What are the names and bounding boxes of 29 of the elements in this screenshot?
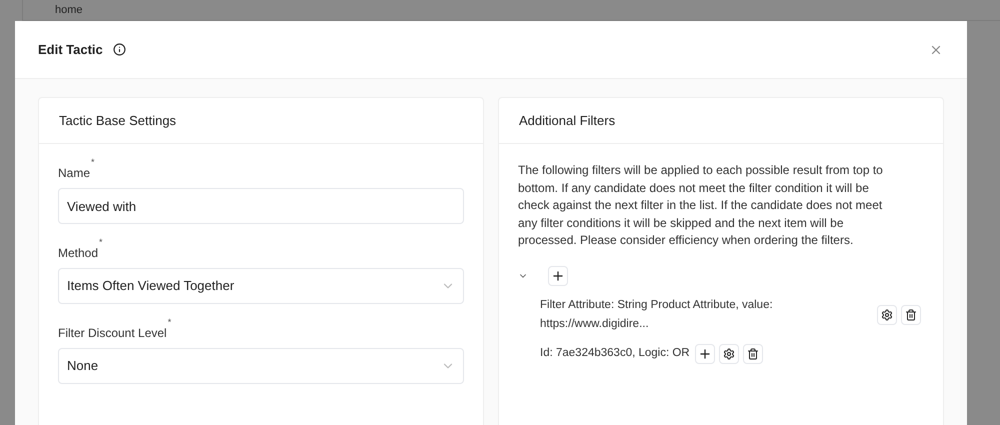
delete-button[interactable] [901, 304, 921, 324]
delete-button[interactable] [742, 344, 763, 364]
delete-icon [905, 308, 917, 320]
add-icon [551, 268, 565, 282]
breadcrumb-text: home [55, 3, 83, 18]
text-field[interactable]: Viewed with [58, 188, 464, 224]
select-field[interactable]: Items Often Viewed Together [58, 268, 464, 304]
settings-icon [881, 308, 893, 320]
filter-summary: Filter Attribute: String Product Attribute, value: https://www.digidire... [540, 298, 774, 332]
field-label: Name [58, 165, 90, 182]
card-title: Additional Filters [519, 112, 616, 130]
add-button[interactable] [694, 344, 715, 364]
card-title: Tactic Base Settings [59, 112, 176, 130]
group-summary: Id: 7ae324b363c0, Logic: OR [540, 346, 690, 361]
required-mark: * [91, 158, 95, 167]
add-icon [698, 346, 712, 360]
settings-button[interactable] [877, 304, 897, 324]
settings-icon [722, 348, 735, 360]
required-mark: * [168, 318, 172, 327]
delete-icon [746, 348, 759, 360]
filters-description: The following filters will be applied to each possible result from top to bottom. If any candidate does not meet the filter condition it will be check against the next filter in the list. If the candidate does not meet any filter conditions it will be skipped and the next item will be processed. Please consider efficiency when ordering the filters. [518, 162, 884, 249]
field-label: Method [58, 245, 98, 262]
select-field[interactable]: None [58, 348, 464, 384]
required-mark: * [99, 238, 103, 247]
dialog-title: Edit Tactic [38, 40, 103, 59]
add-button[interactable] [548, 266, 568, 286]
settings-button[interactable] [718, 344, 739, 364]
field-label: Filter Discount Level [58, 325, 167, 342]
info-icon[interactable] [112, 43, 126, 56]
